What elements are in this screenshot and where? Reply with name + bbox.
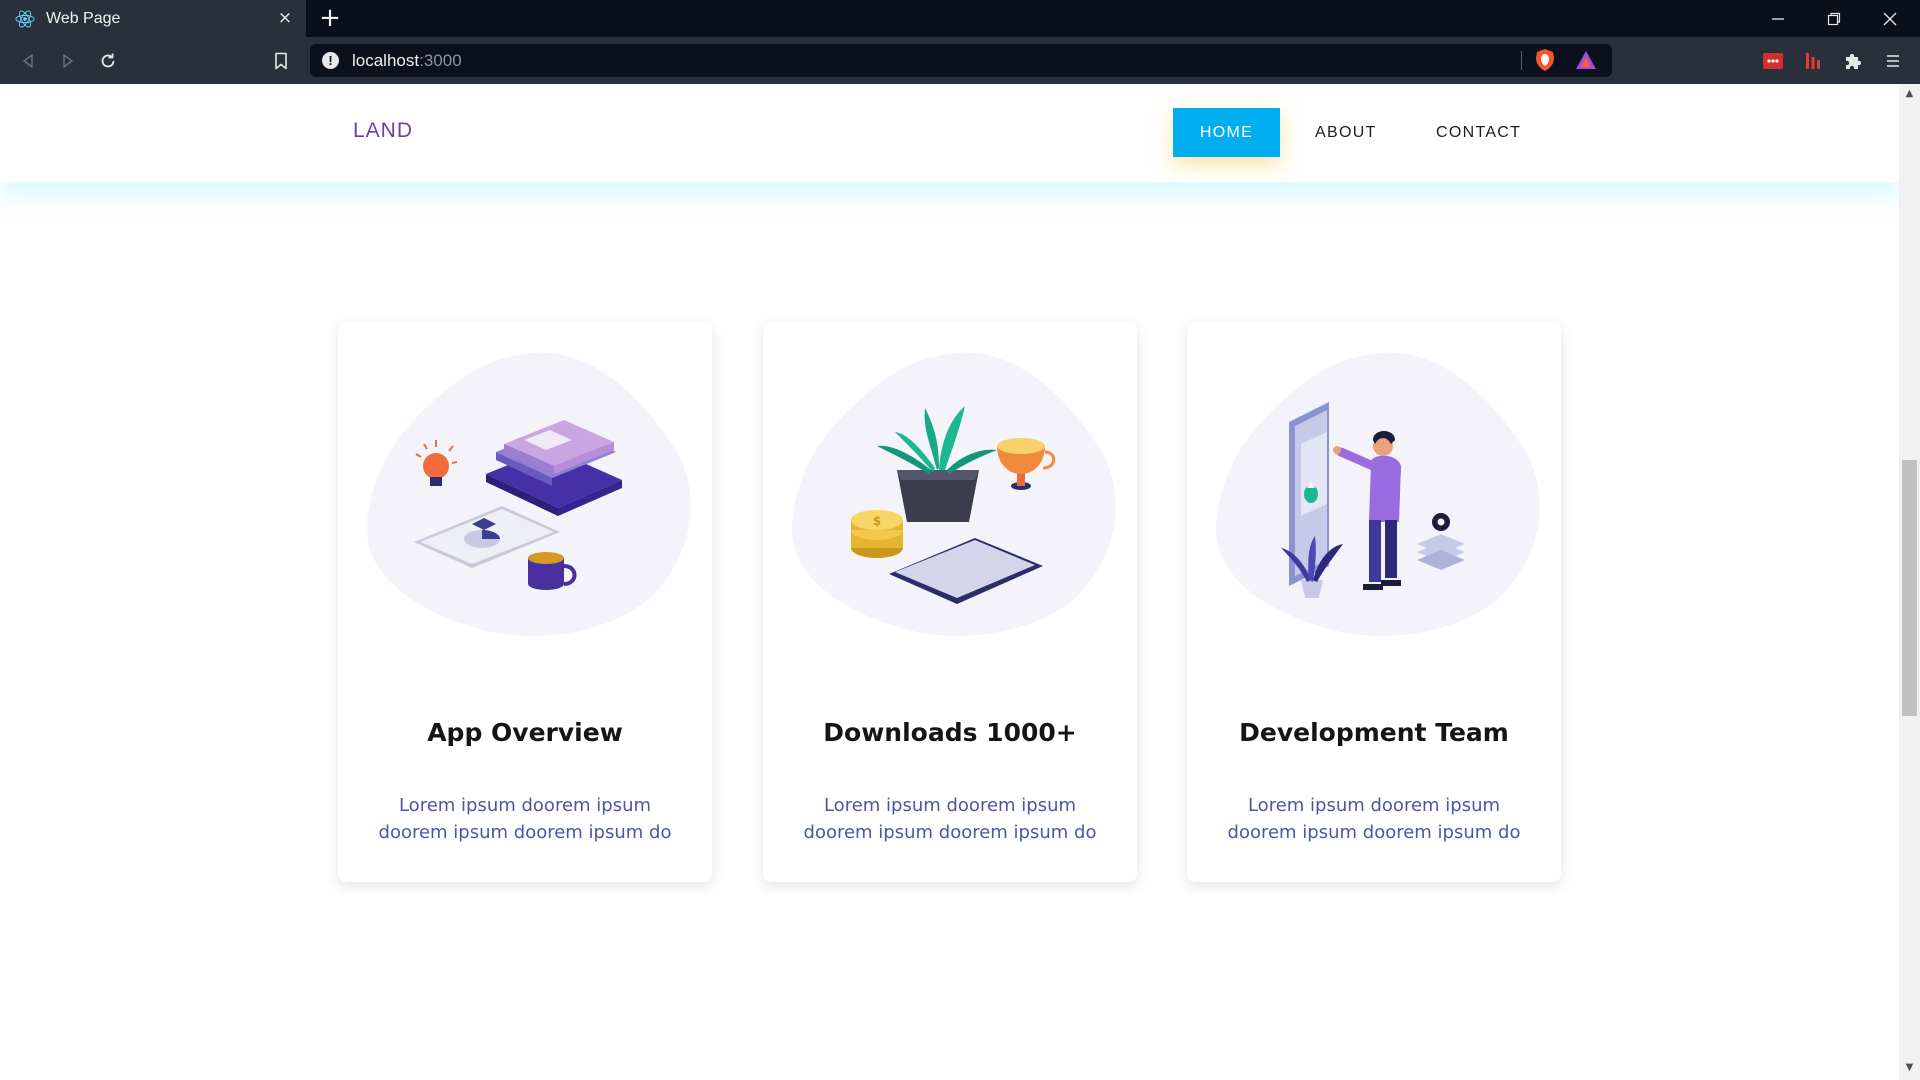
development-team-illustration — [1215, 352, 1540, 636]
url-port: :3000 — [419, 51, 462, 70]
card-app-overview: App Overview Lorem ipsum doorem ipsum do… — [338, 322, 712, 882]
url-host: localhost — [352, 51, 420, 70]
tab-title: Web Page — [46, 9, 121, 27]
bookmark-icon[interactable] — [267, 47, 295, 75]
react-favicon-icon — [14, 8, 36, 30]
menu-icon[interactable] — [1880, 48, 1906, 74]
browser-tab-bar: Web Page × + — [0, 0, 1920, 37]
browser-tab[interactable]: Web Page × — [0, 0, 306, 37]
scroll-up-arrow-icon[interactable]: ▲ — [1899, 86, 1920, 102]
site-logo[interactable]: LAND — [353, 119, 413, 143]
scroll-thumb[interactable] — [1902, 460, 1917, 716]
extension-bars-icon[interactable] — [1800, 48, 1826, 74]
brave-rewards-icon[interactable] — [1573, 47, 1599, 73]
card-development-team: Development Team Lorem ipsum doorem ipsu… — [1187, 322, 1561, 882]
card-title: App Overview — [427, 718, 623, 747]
new-tab-button[interactable]: + — [316, 5, 344, 33]
app-overview-illustration — [366, 352, 691, 636]
address-bar-divider — [1521, 51, 1522, 70]
tab-close-icon[interactable]: × — [274, 7, 296, 29]
back-icon[interactable] — [14, 47, 42, 75]
reload-icon[interactable] — [94, 47, 122, 75]
brave-shields-icon[interactable] — [1532, 47, 1558, 73]
nav-contact-link[interactable]: CONTACT — [1436, 108, 1521, 157]
card-downloads: $ Downloads 1000+ Lorem ipsum doorem ips… — [763, 322, 1137, 882]
close-window-icon[interactable] — [1862, 0, 1918, 37]
svg-text:$: $ — [873, 514, 881, 528]
card-description: Lorem ipsum doorem ipsum doorem ipsum do… — [803, 795, 1097, 843]
card-title: Development Team — [1239, 718, 1509, 747]
restore-icon[interactable] — [1806, 0, 1862, 37]
site-info-icon[interactable]: ! — [322, 52, 339, 69]
scroll-down-arrow-icon[interactable]: ▼ — [1899, 1060, 1920, 1076]
nav-home-button[interactable]: HOME — [1173, 108, 1280, 157]
address-bar[interactable]: ! localhost:3000 — [310, 44, 1612, 77]
browser-toolbar: ! localhost:3000 — [0, 37, 1920, 84]
site-header: LAND HOME ABOUT CONTACT — [0, 84, 1899, 182]
page-scrollbar[interactable]: ▲ ▼ — [1899, 84, 1920, 1080]
page-viewport: LAND HOME ABOUT CONTACT App Overview Lor… — [0, 84, 1899, 1080]
downloads-illustration: $ — [791, 352, 1116, 636]
minimize-icon[interactable] — [1750, 0, 1806, 37]
card-description: Lorem ipsum doorem ipsum doorem ipsum do… — [1227, 795, 1521, 843]
extension-red-icon[interactable] — [1760, 48, 1786, 74]
forward-icon[interactable] — [54, 47, 82, 75]
nav-about-link[interactable]: ABOUT — [1315, 108, 1377, 157]
extensions-puzzle-icon[interactable] — [1840, 48, 1866, 74]
card-title: Downloads 1000+ — [823, 718, 1077, 747]
address-bar-url[interactable]: localhost:3000 — [352, 50, 462, 71]
card-description: Lorem ipsum doorem ipsum doorem ipsum do… — [378, 795, 672, 843]
